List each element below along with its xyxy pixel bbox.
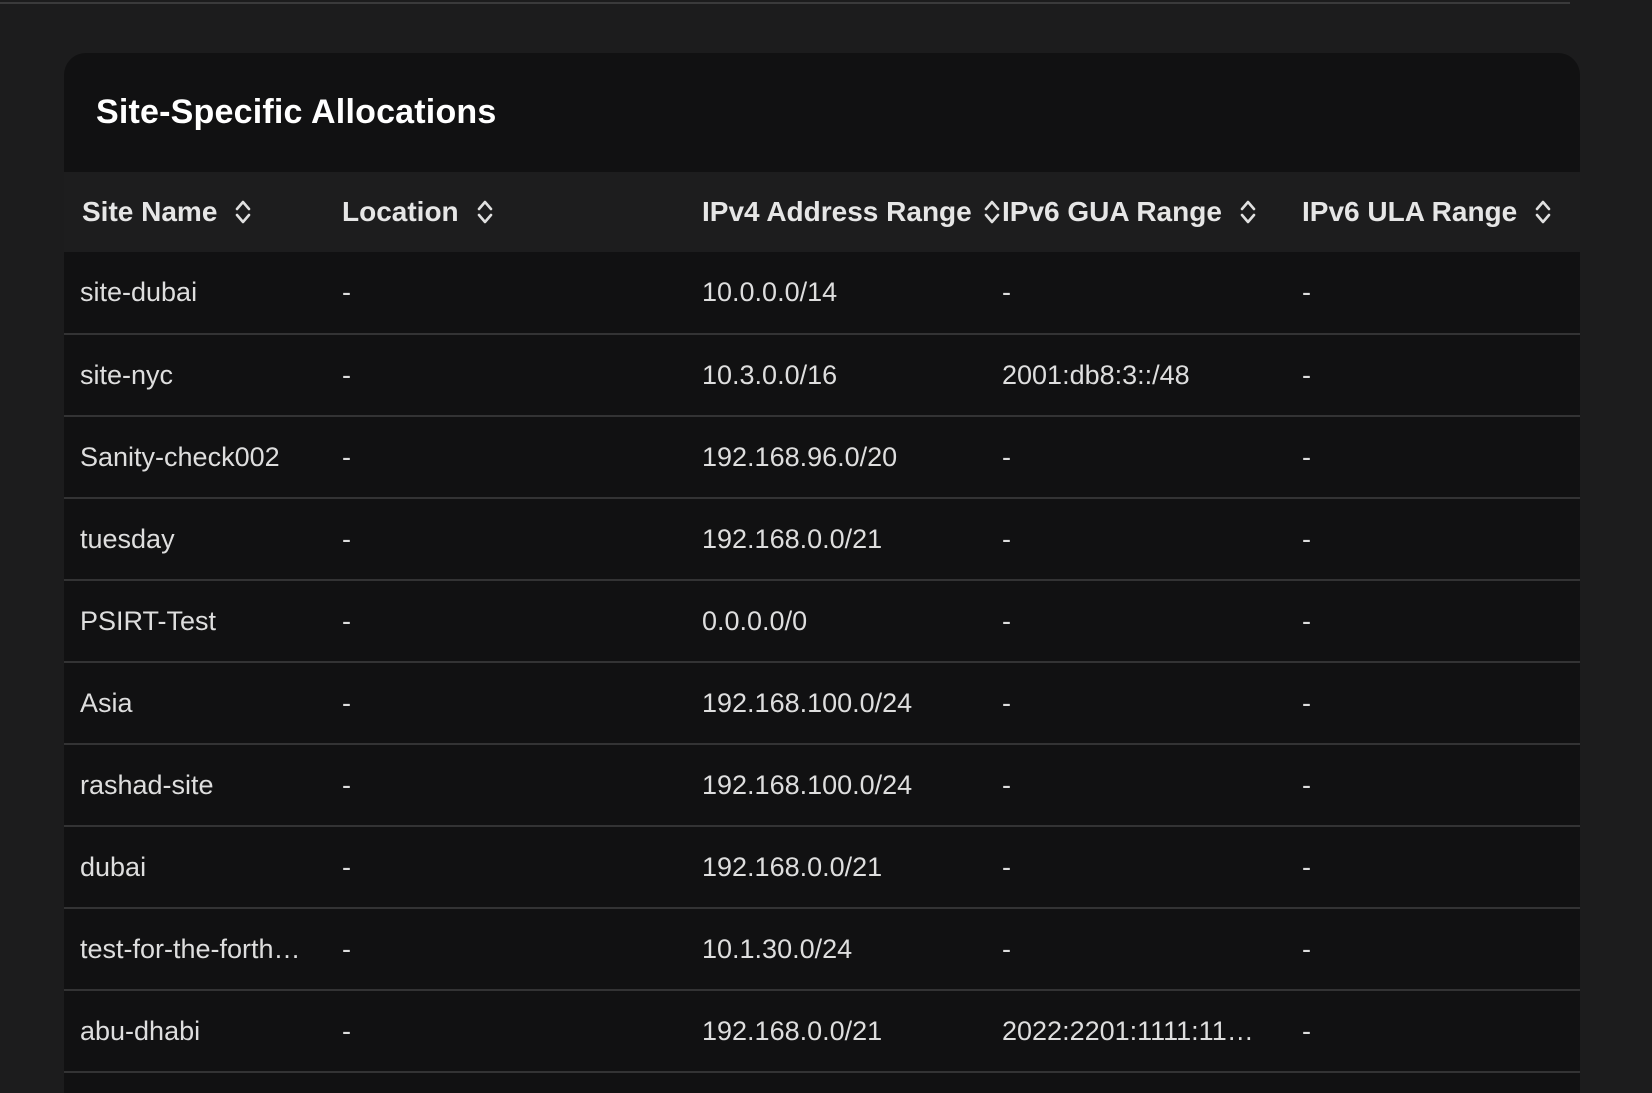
table-row[interactable]: dubai - 192.168.0.0/21 - - [64, 826, 1580, 908]
cell-site-name: PSIRT-Test [80, 605, 217, 636]
table-row[interactable]: rashad-site - 192.168.100.0/24 - - [64, 744, 1580, 826]
cell-location: - [342, 277, 351, 307]
cell-location: - [342, 933, 351, 964]
cell-ipv6-gua-range: - [1002, 933, 1011, 964]
cell-ipv6-ula-range: - [1302, 1015, 1311, 1046]
column-header-label: IPv4 Address Range [702, 196, 972, 227]
site-allocations-card: Site-Specific Allocations Site Name Loca… [64, 53, 1580, 1093]
cell-ipv4-range: 0.0.0.0/0 [702, 605, 808, 636]
section-title: Site-Specific Allocations [96, 93, 497, 131]
cell-location: - [342, 769, 351, 800]
cell-ipv4-range: 10.3.0.0/16 [702, 359, 838, 390]
table-row[interactable]: PSIRT-Test - 0.0.0.0/0 - - [64, 580, 1580, 662]
cell-ipv4-range: 10.1.30.0/24 [702, 933, 853, 964]
cell-ipv6-gua-range: - [1002, 769, 1011, 800]
column-header-site-name[interactable]: Site Name [64, 172, 342, 252]
cell-ipv4-range: 192.168.100.0/24 [702, 687, 913, 718]
cell-ipv6-ula-range: - [1302, 359, 1311, 390]
table-row[interactable]: Asia - 192.168.100.0/24 - - [64, 662, 1580, 744]
cell-site-name: site-dubai [80, 277, 198, 307]
cell-ipv6-ula-range: - [1302, 441, 1311, 472]
cell-ipv6-gua-range: 2001:db8:3::/48 [1002, 359, 1190, 390]
sort-icon[interactable] [1535, 199, 1551, 225]
cell-ipv4-range: 192.168.0.0/21 [702, 523, 883, 554]
cell-ipv6-gua-range: 2022:2201:1111:11… [1002, 1015, 1254, 1046]
cell-ipv4-range: 192.168.96.0/20 [702, 441, 898, 472]
column-header-label: Site Name [82, 196, 218, 227]
top-divider [0, 2, 1570, 4]
cell-ipv6-gua-range: - [1002, 277, 1011, 307]
cell-ipv6-ula-range: - [1302, 769, 1311, 800]
table-row[interactable]: tuesday - 192.168.0.0/21 - - [64, 498, 1580, 580]
table-row[interactable]: abu-dhabi - 192.168.0.0/21 2022:2201:111… [64, 990, 1580, 1072]
cell-location: - [342, 851, 351, 882]
cell-site-name: site-nyc [80, 359, 174, 390]
cell-site-name: rashad-site [80, 769, 214, 800]
cell-ipv6-gua-range: - [1002, 523, 1011, 554]
cell-ipv6-ula-range: - [1302, 687, 1311, 718]
column-header-label: IPv6 ULA Range [1302, 196, 1518, 227]
cell-ipv6-gua-range: - [1002, 851, 1011, 882]
cell-ipv6-ula-range: - [1302, 277, 1311, 307]
sort-icon[interactable] [984, 199, 1000, 225]
table-row[interactable]: test-for-the-forth… - 10.1.30.0/24 - - [64, 908, 1580, 990]
table-body: site-dubai - 10.0.0.0/14 - - site-nyc - … [64, 252, 1580, 1072]
cell-location: - [342, 687, 351, 718]
cell-site-name: Sanity-check002 [80, 441, 280, 472]
cell-ipv6-ula-range: - [1302, 605, 1311, 636]
table-header: Site Name Location IPv4 Address Range IP… [64, 172, 1580, 252]
cell-location: - [342, 441, 351, 472]
table-row[interactable]: Sanity-check002 - 192.168.96.0/20 - - [64, 416, 1580, 498]
table-row[interactable]: site-dubai - 10.0.0.0/14 - - [64, 252, 1580, 334]
column-header-label: IPv6 GUA Range [1002, 196, 1222, 227]
cell-ipv4-range: 192.168.0.0/21 [702, 1015, 883, 1046]
cell-site-name: test-for-the-forth… [80, 933, 301, 964]
column-header-ipv4-range[interactable]: IPv4 Address Range [702, 172, 1002, 252]
column-header-label: Location [342, 196, 459, 227]
column-header-ipv6-ula-range[interactable]: IPv6 ULA Range [1302, 172, 1580, 252]
sort-icon[interactable] [477, 199, 493, 225]
cell-ipv6-gua-range: - [1002, 441, 1011, 472]
cell-ipv4-range: 192.168.0.0/21 [702, 851, 883, 882]
allocations-table: Site Name Location IPv4 Address Range IP… [64, 172, 1580, 1073]
cell-ipv4-range: 192.168.100.0/24 [702, 769, 913, 800]
cell-location: - [342, 523, 351, 554]
cell-ipv6-ula-range: - [1302, 933, 1311, 964]
cell-ipv6-gua-range: - [1002, 687, 1011, 718]
cell-site-name: Asia [80, 687, 133, 718]
cell-site-name: abu-dhabi [80, 1015, 201, 1046]
sort-icon[interactable] [1240, 199, 1256, 225]
column-header-ipv6-gua-range[interactable]: IPv6 GUA Range [1002, 172, 1302, 252]
cell-location: - [342, 359, 351, 390]
cell-site-name: dubai [80, 851, 147, 882]
table-row[interactable]: site-nyc - 10.3.0.0/16 2001:db8:3::/48 - [64, 334, 1580, 416]
cell-site-name: tuesday [80, 523, 175, 554]
cell-ipv4-range: 10.0.0.0/14 [702, 277, 838, 307]
cell-ipv6-gua-range: - [1002, 605, 1011, 636]
table-header-row: Site Name Location IPv4 Address Range IP… [64, 172, 1580, 252]
sort-icon[interactable] [235, 199, 251, 225]
cell-ipv6-ula-range: - [1302, 523, 1311, 554]
cell-location: - [342, 1015, 351, 1046]
cell-ipv6-ula-range: - [1302, 851, 1311, 882]
column-header-location[interactable]: Location [342, 172, 702, 252]
cell-location: - [342, 605, 351, 636]
